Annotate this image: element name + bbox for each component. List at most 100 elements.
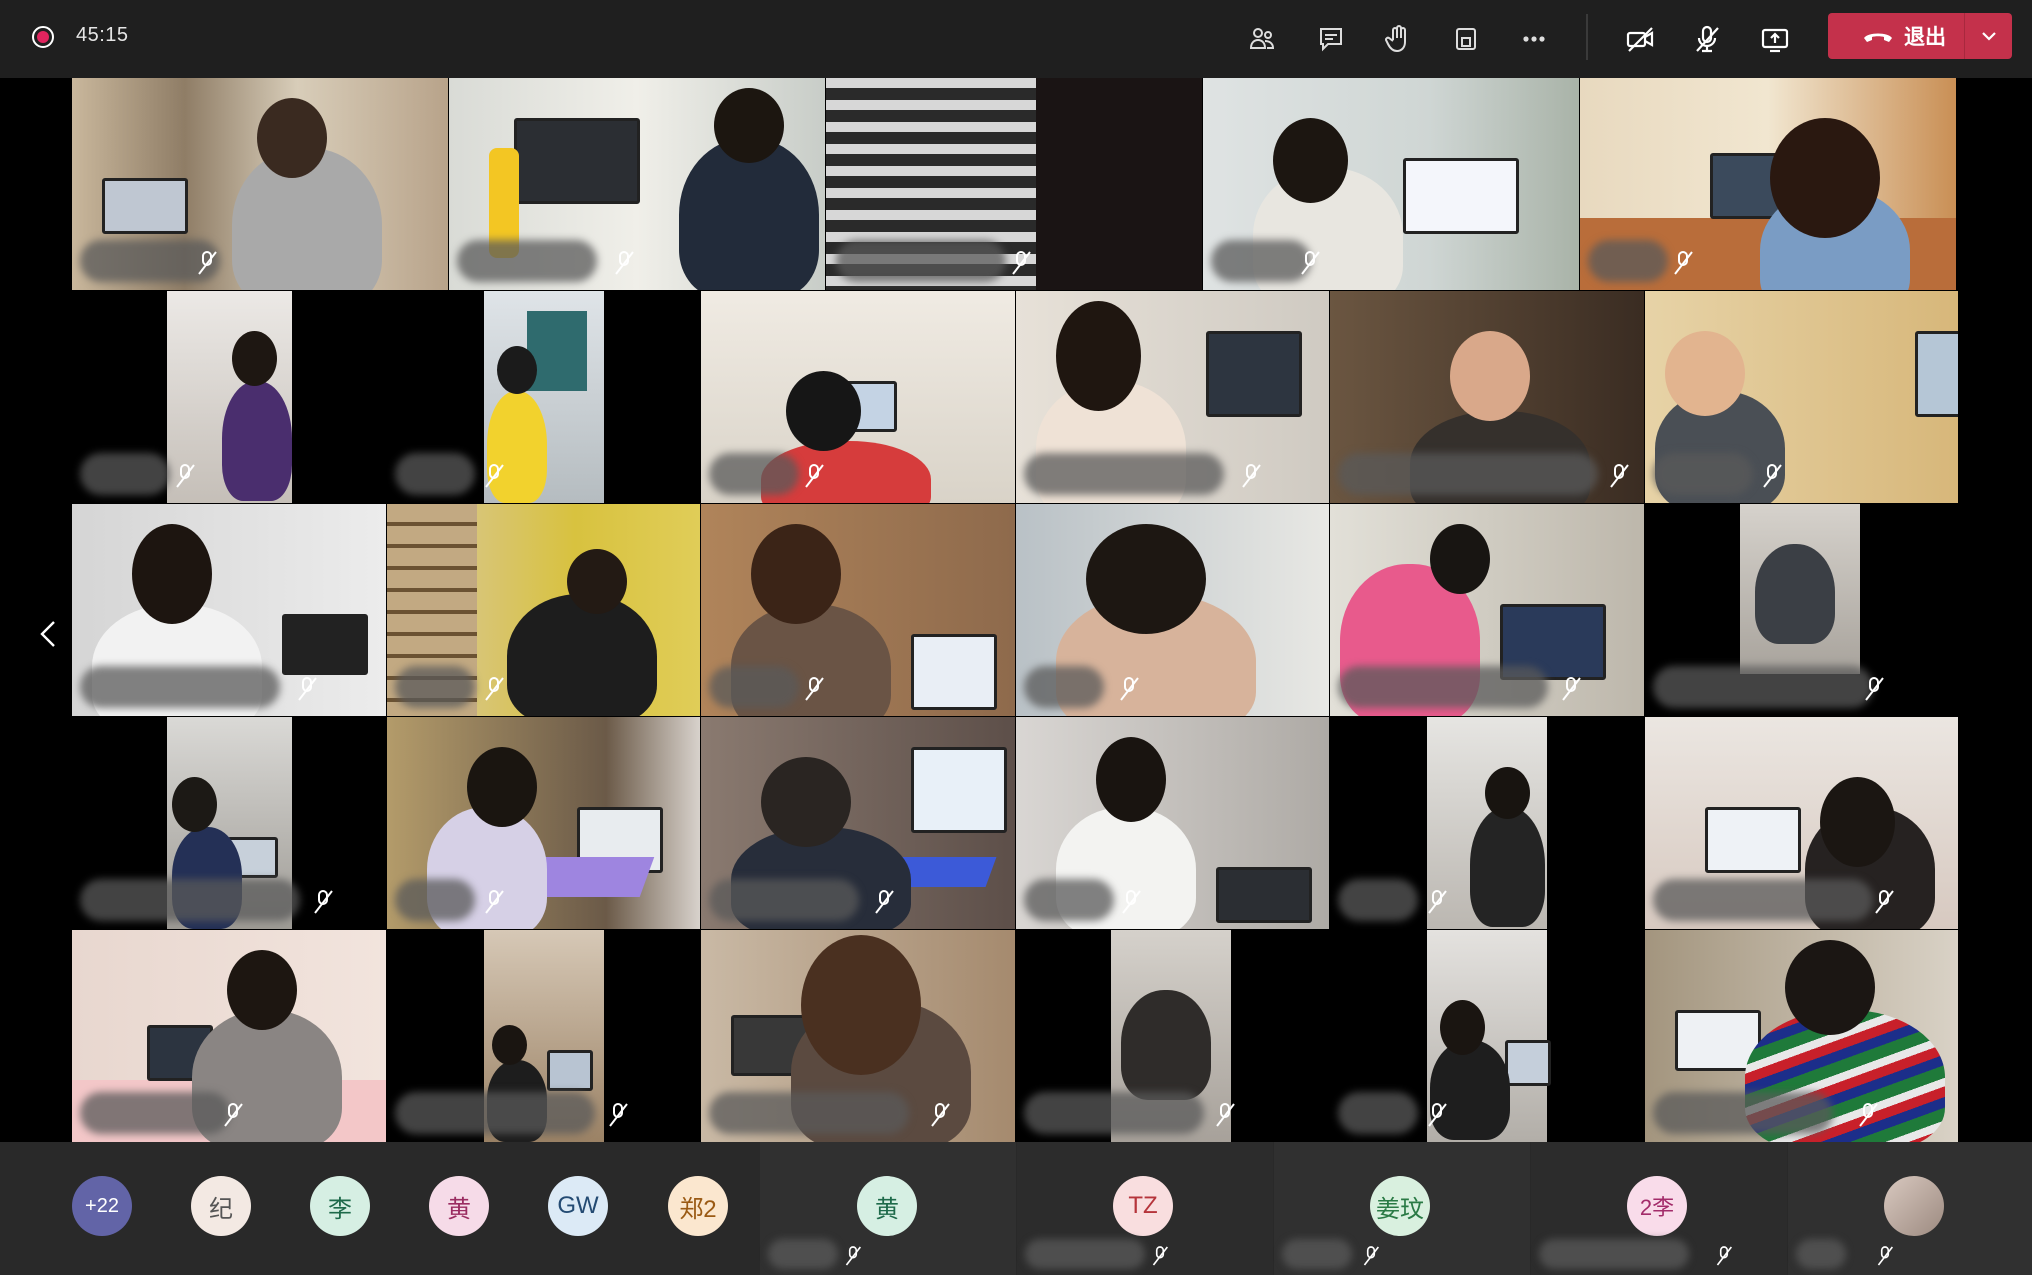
video-tile[interactable] xyxy=(1580,78,1956,290)
muted-mic-icon xyxy=(1428,1103,1447,1127)
participant-name-blurred xyxy=(1211,240,1311,282)
video-tile[interactable] xyxy=(701,930,1015,1142)
participant-avatar: TZ xyxy=(1113,1176,1173,1236)
participant-avatar[interactable]: 郑2 xyxy=(668,1176,728,1236)
video-tile[interactable] xyxy=(1016,717,1329,929)
roster-tile[interactable] xyxy=(1788,1142,2032,1275)
video-tile[interactable] xyxy=(1330,717,1644,929)
rooms-icon[interactable] xyxy=(1446,19,1486,59)
video-tile[interactable] xyxy=(1645,291,1958,503)
participant-avatar: 黄 xyxy=(857,1176,917,1236)
leave-button[interactable]: 退出 xyxy=(1828,13,2012,59)
roster-tile[interactable]: TZ xyxy=(1017,1142,1273,1275)
video-tile[interactable] xyxy=(1330,504,1644,716)
muted-mic-icon xyxy=(485,890,504,914)
video-tile[interactable] xyxy=(1203,78,1579,290)
video-tile[interactable] xyxy=(1330,930,1644,1142)
participant-name-blurred xyxy=(1653,1092,1833,1134)
participant-avatar[interactable]: 李 xyxy=(310,1176,370,1236)
participant-name-blurred xyxy=(709,666,799,708)
muted-mic-icon xyxy=(1674,251,1693,275)
video-tile[interactable] xyxy=(1330,291,1644,503)
muted-mic-icon xyxy=(805,677,824,701)
muted-mic-icon xyxy=(1716,1246,1733,1266)
video-tile[interactable] xyxy=(72,78,448,290)
more-icon[interactable] xyxy=(1514,19,1554,59)
muted-mic-icon xyxy=(224,1103,243,1127)
wall-poster xyxy=(527,311,587,391)
video-grid xyxy=(72,78,1960,1142)
share-screen-icon[interactable] xyxy=(1755,19,1795,59)
muted-mic-icon xyxy=(1877,1246,1894,1266)
muted-mic-icon xyxy=(1428,890,1447,914)
video-tile[interactable] xyxy=(1016,291,1329,503)
video-tile[interactable] xyxy=(701,717,1015,929)
chevron-down-icon[interactable] xyxy=(1978,25,2000,47)
mic-off-icon[interactable] xyxy=(1687,19,1727,59)
video-tile[interactable] xyxy=(387,291,700,503)
participant-name-blurred xyxy=(395,879,475,921)
video-tile[interactable] xyxy=(1016,504,1329,716)
participant-avatar[interactable]: 纪 xyxy=(191,1176,251,1236)
muted-mic-icon xyxy=(845,1246,862,1266)
raise-hand-icon[interactable] xyxy=(1378,19,1418,59)
roster-tile[interactable]: 黄 xyxy=(760,1142,1016,1275)
hang-up-icon xyxy=(1864,33,1892,42)
muted-mic-icon xyxy=(176,464,195,488)
meeting-timer: 45:15 xyxy=(76,24,129,46)
participant-name-blurred xyxy=(1024,879,1114,921)
meeting-topbar: 45:15 退出 xyxy=(0,0,2032,78)
muted-mic-icon xyxy=(1610,464,1629,488)
video-tile[interactable] xyxy=(1645,504,1958,716)
video-tile[interactable] xyxy=(72,930,386,1142)
muted-mic-icon xyxy=(1012,251,1031,275)
participant-avatar[interactable]: GW xyxy=(548,1176,608,1236)
participant-name-blurred xyxy=(80,666,280,708)
muted-mic-icon xyxy=(1242,464,1261,488)
muted-mic-icon xyxy=(1120,677,1139,701)
participant-name-blurred xyxy=(80,453,170,495)
video-tile[interactable] xyxy=(826,78,1202,290)
video-tile[interactable] xyxy=(1016,930,1329,1142)
overflow-participants-badge[interactable]: +22 xyxy=(72,1176,132,1236)
muted-mic-icon xyxy=(805,464,824,488)
video-tile[interactable] xyxy=(387,717,700,929)
participant-name-blurred xyxy=(1338,879,1418,921)
participant-name-blurred xyxy=(457,240,597,282)
video-tile[interactable] xyxy=(387,504,700,716)
participant-avatar: 姜玟 xyxy=(1370,1176,1430,1236)
video-tile[interactable] xyxy=(449,78,825,290)
video-tile[interactable] xyxy=(72,504,386,716)
video-tile[interactable] xyxy=(1645,717,1958,929)
roster-tile[interactable]: 2李 xyxy=(1531,1142,1787,1275)
previous-page-chevron-icon[interactable] xyxy=(34,616,64,652)
participant-avatar: 2李 xyxy=(1627,1176,1687,1236)
participant-avatar-photo xyxy=(1884,1176,1944,1236)
video-tile[interactable] xyxy=(1645,930,1958,1142)
video-tile[interactable] xyxy=(72,291,386,503)
muted-mic-icon xyxy=(314,890,333,914)
leave-divider xyxy=(1964,13,1965,59)
participant-name-blurred xyxy=(768,1239,838,1269)
muted-mic-icon xyxy=(1865,677,1884,701)
chat-icon[interactable] xyxy=(1311,19,1351,59)
participant-name-blurred xyxy=(1282,1239,1352,1269)
participant-name-blurred xyxy=(1024,453,1224,495)
muted-mic-icon xyxy=(1122,890,1141,914)
participant-avatar[interactable]: 黄 xyxy=(429,1176,489,1236)
participant-name-blurred xyxy=(1653,666,1873,708)
camera-off-icon[interactable] xyxy=(1620,19,1660,59)
video-tile[interactable] xyxy=(72,717,386,929)
roster-tile[interactable]: 姜玟 xyxy=(1274,1142,1530,1275)
participant-name-blurred xyxy=(1338,1092,1418,1134)
muted-mic-icon xyxy=(298,677,317,701)
muted-mic-icon xyxy=(198,251,217,275)
video-tile[interactable] xyxy=(387,930,700,1142)
video-tile[interactable] xyxy=(701,504,1015,716)
video-tile[interactable] xyxy=(701,291,1015,503)
muted-mic-icon xyxy=(1763,464,1782,488)
people-icon[interactable] xyxy=(1242,19,1282,59)
participant-name-blurred xyxy=(709,879,859,921)
participant-name-blurred xyxy=(395,1092,595,1134)
recording-indicator-icon xyxy=(32,26,54,48)
